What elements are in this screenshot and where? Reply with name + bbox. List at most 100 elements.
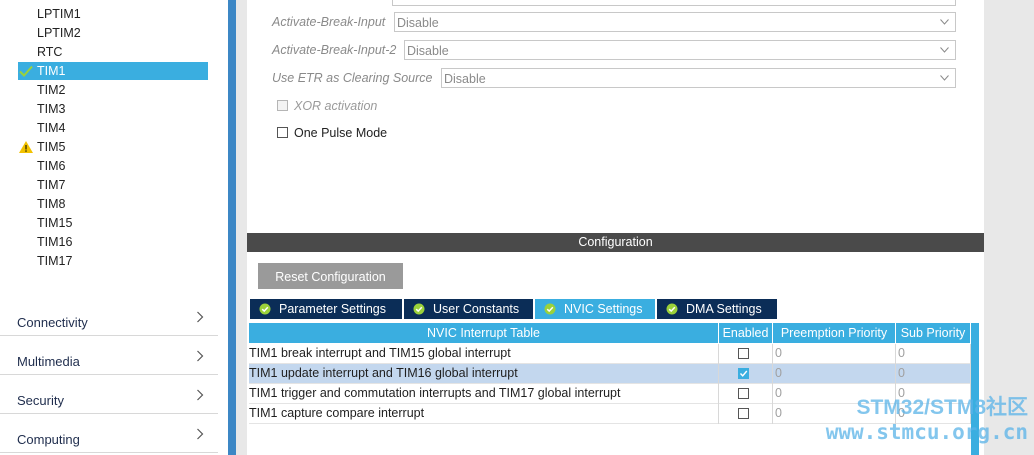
tab-label: Parameter Settings [279, 302, 386, 316]
param-label: Activate-Break-Input [272, 15, 386, 29]
sidebar-item-tim3[interactable]: TIM3 [18, 100, 208, 118]
watermark-url: www.stmcu.org.cn [825, 420, 1028, 444]
sidebar-item-tim6[interactable]: TIM6 [18, 157, 208, 175]
chevron-down-icon [940, 47, 949, 53]
sidebar-item-tim1[interactable]: TIM1 [18, 62, 208, 80]
enabled-cell [719, 364, 773, 384]
enabled-checkbox[interactable] [738, 368, 749, 379]
param-label: Use ETR as Clearing Source [272, 71, 433, 85]
tab-dma-settings[interactable]: DMA Settings [657, 299, 777, 319]
enabled-cell [719, 404, 773, 424]
chevron-right-icon [197, 350, 204, 362]
configuration-header: Configuration [247, 233, 984, 252]
category-label: Computing [17, 432, 80, 447]
sidebar-item-tim16[interactable]: TIM16 [18, 233, 208, 251]
category-label: Security [17, 393, 64, 408]
break-input-2-select[interactable]: Disable [404, 40, 956, 60]
tab-label: User Constants [433, 302, 520, 316]
column-header-interrupt[interactable]: NVIC Interrupt Table [249, 323, 719, 343]
watermark: STM32/STM8社区 www.stmcu.org.cn [803, 396, 1028, 444]
sidebar-item-label: TIM4 [37, 121, 66, 135]
sidebar-item-tim5[interactable]: TIM5 [18, 138, 208, 156]
sidebar-item-tim15[interactable]: TIM15 [18, 214, 208, 232]
preemption-priority-cell[interactable]: 0 [773, 364, 896, 384]
check-circle-icon [259, 303, 271, 315]
sidebar-item-label: TIM17 [37, 254, 73, 268]
select-value: Disable [444, 72, 486, 86]
warning-icon [19, 141, 33, 153]
category-label: Multimedia [17, 354, 80, 369]
sidebar-item-lptim2[interactable]: LPTIM2 [18, 24, 208, 42]
panel-gutter-right [984, 0, 1034, 455]
chevron-right-icon [197, 428, 204, 440]
sidebar-item-lptim1[interactable]: LPTIM1 [18, 5, 208, 23]
check-circle-icon [413, 303, 425, 315]
sidebar-divider[interactable] [228, 0, 236, 455]
etr-clearing-select[interactable]: Disable [441, 68, 956, 88]
column-header-sub-priority[interactable]: Sub Priority [896, 323, 971, 343]
column-header-enabled[interactable]: Enabled [719, 323, 773, 343]
sidebar-item-label: TIM8 [37, 197, 66, 211]
sidebar-item-tim17[interactable]: TIM17 [18, 252, 208, 270]
enabled-checkbox[interactable] [738, 348, 749, 359]
truncated-select[interactable] [392, 0, 956, 6]
tab-parameter-settings[interactable]: Parameter Settings [250, 299, 402, 319]
sidebar-item-label: TIM1 [37, 64, 66, 78]
enabled-checkbox[interactable] [738, 388, 749, 399]
enabled-checkbox[interactable] [738, 408, 749, 419]
sidebar-item-label: TIM15 [37, 216, 73, 230]
break-input-select[interactable]: Disable [394, 12, 956, 32]
check-circle-icon [544, 303, 556, 315]
interrupt-name-cell: TIM1 update interrupt and TIM16 global i… [249, 364, 719, 384]
sub-priority-cell[interactable]: 0 [896, 364, 971, 384]
category-multimedia[interactable]: Multimedia [0, 336, 218, 375]
category-computing[interactable]: Computing [0, 414, 218, 453]
param-row-break-input-2: Activate-Break-Input-2 Disable [247, 40, 984, 62]
tab-user-constants[interactable]: User Constants [404, 299, 533, 319]
chevron-down-icon [940, 19, 949, 25]
sidebar-item-label: TIM7 [37, 178, 66, 192]
parameter-panel: Activate-Break-Input Disable Activate-Br… [247, 0, 984, 225]
chevron-right-icon [197, 311, 204, 323]
select-value: Disable [397, 16, 439, 30]
param-row-etr-clearing: Use ETR as Clearing Source Disable [247, 68, 984, 90]
check-icon [19, 65, 33, 77]
interrupt-name-cell: TIM1 break interrupt and TIM15 global in… [249, 344, 719, 364]
sidebar-item-label: LPTIM2 [37, 26, 81, 40]
sidebar-item-label: TIM2 [37, 83, 66, 97]
one-pulse-mode-checkbox[interactable] [277, 127, 288, 138]
preemption-priority-cell[interactable]: 0 [773, 344, 896, 364]
interrupt-name-cell: TIM1 trigger and commutation interrupts … [249, 384, 719, 404]
xor-activation-label: XOR activation [294, 99, 378, 113]
chevron-right-icon [197, 389, 204, 401]
sidebar-item-label: TIM6 [37, 159, 66, 173]
select-value: Disable [407, 44, 449, 58]
category-connectivity[interactable]: Connectivity [0, 297, 218, 336]
tab-label: DMA Settings [686, 302, 762, 316]
column-header-preemption[interactable]: Preemption Priority [773, 323, 896, 343]
table-row[interactable]: TIM1 break interrupt and TIM15 global in… [249, 344, 971, 364]
param-row-break-input: Activate-Break-Input Disable [247, 12, 984, 34]
sidebar-item-tim7[interactable]: TIM7 [18, 176, 208, 194]
sidebar-item-tim8[interactable]: TIM8 [18, 195, 208, 213]
category-security[interactable]: Security [0, 375, 218, 414]
sub-priority-cell[interactable]: 0 [896, 344, 971, 364]
tab-label: NVIC Settings [564, 302, 643, 316]
sidebar: LPTIM1 LPTIM2 RTC TIM1 TIM2 TIM3 TIM4 TIM5 TIM6 T… [0, 0, 228, 455]
interrupt-name-cell: TIM1 capture compare interrupt [249, 404, 719, 424]
enabled-cell [719, 344, 773, 364]
sidebar-item-label: LPTIM1 [37, 7, 81, 21]
tab-nvic-settings[interactable]: NVIC Settings [535, 299, 655, 319]
xor-activation-checkbox[interactable] [277, 100, 288, 111]
sidebar-item-tim4[interactable]: TIM4 [18, 119, 208, 137]
enabled-cell [719, 384, 773, 404]
sidebar-item-label: TIM16 [37, 235, 73, 249]
table-row[interactable]: TIM1 update interrupt and TIM16 global i… [249, 364, 971, 384]
sidebar-item-rtc[interactable]: RTC [18, 43, 208, 61]
reset-configuration-button[interactable]: Reset Configuration [258, 263, 403, 289]
sidebar-item-label: TIM3 [37, 102, 66, 116]
check-circle-icon [666, 303, 678, 315]
sidebar-item-label: TIM5 [37, 140, 66, 154]
sidebar-item-tim2[interactable]: TIM2 [18, 81, 208, 99]
sidebar-item-label: RTC [37, 45, 63, 59]
